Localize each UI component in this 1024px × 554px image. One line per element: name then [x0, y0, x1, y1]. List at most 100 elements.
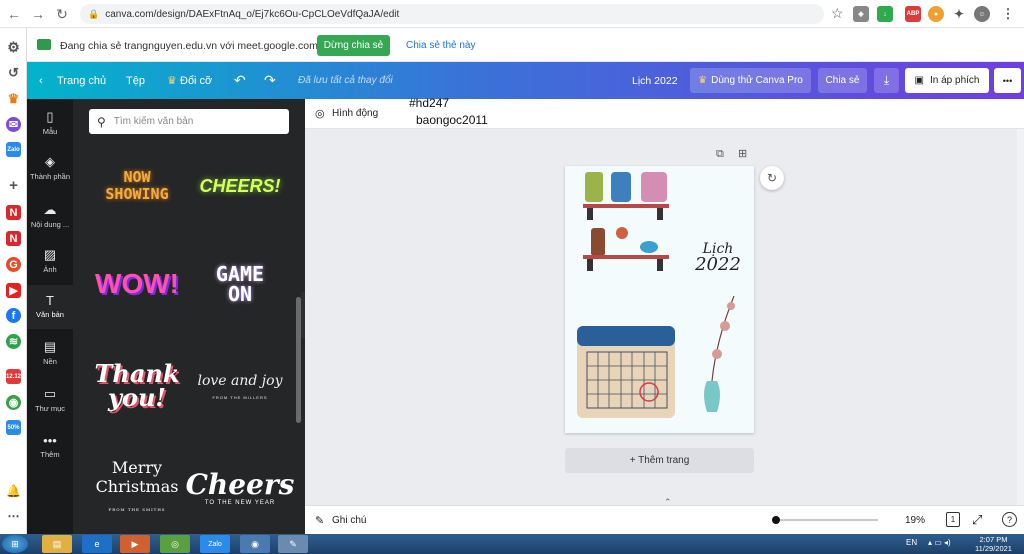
resize-button[interactable]: Đổi cỡ	[180, 62, 212, 99]
screen-share-bar: Đang chia sẻ trangnguyen.edu.vn với meet…	[27, 28, 1024, 62]
editor-topbar: ‹ Trang chủ Tệp ♛ Đổi cỡ ↶ ↷ Đã lưu tất …	[27, 62, 1024, 99]
zoom-slider-handle[interactable]	[772, 516, 781, 524]
bell-icon[interactable]: 🔔	[6, 483, 21, 498]
zoom-level[interactable]: 19%	[905, 515, 925, 526]
zalo-icon[interactable]: Zalo	[200, 535, 230, 553]
browser-sidebar: ⚙ ↺ ♛ ✉ Zalo + N N G ▶ f ≋ 12.12 ◉ 50% 🔔…	[0, 28, 27, 534]
chrome-icon[interactable]: ◉	[240, 535, 270, 553]
menu-icon[interactable]: ⋮	[1000, 6, 1016, 22]
try-pro-button[interactable]: ♛ Dùng thử Canva Pro	[690, 68, 811, 93]
ie-icon[interactable]: e	[82, 535, 112, 553]
paint-icon[interactable]: ✎	[278, 535, 308, 553]
add-page-icon[interactable]: ⊞	[738, 147, 747, 160]
chevron-left-icon[interactable]: ‹	[39, 62, 43, 99]
animate-button[interactable]: Hình động	[332, 108, 378, 119]
text-template-cheers-new-year[interactable]: Cheers TO THE NEW YEAR	[186, 452, 295, 524]
more-button[interactable]: •••	[994, 68, 1021, 93]
gear-icon[interactable]: ⚙	[6, 39, 21, 55]
background-icon: ▤	[43, 339, 57, 354]
redo-icon[interactable]: ↷	[264, 62, 276, 99]
notes-icon[interactable]: ✎	[315, 514, 324, 527]
fullscreen-icon[interactable]: ⤢	[972, 512, 982, 528]
text-template-love-and-joy[interactable]: love and joy FROM THE MILLERS	[192, 350, 288, 422]
page-count[interactable]: 1	[946, 512, 960, 527]
rail-item-background[interactable]: ▤ Nền	[27, 339, 73, 366]
undo-icon[interactable]: ↶	[234, 62, 246, 99]
star-icon[interactable]: ☆	[831, 5, 844, 22]
shop-icon[interactable]: 12.12	[6, 369, 21, 384]
text-template-now-showing[interactable]: NOW SHOWING	[89, 150, 185, 222]
messenger-icon[interactable]: ✉	[6, 117, 21, 132]
rail-item-text[interactable]: T Văn bản	[27, 285, 73, 329]
text-template-thank-you[interactable]: Thank you!	[89, 350, 185, 422]
text-template-wow[interactable]: WOW!	[89, 248, 185, 320]
add-page-button[interactable]: + Thêm trang	[565, 448, 754, 473]
upload-icon: ☁	[43, 202, 57, 217]
shelf	[583, 255, 669, 259]
explorer-icon[interactable]: ▤	[42, 535, 72, 553]
add-icon[interactable]: +	[6, 177, 21, 194]
location-icon[interactable]: ◉	[6, 395, 21, 410]
app-icon[interactable]: ◎	[160, 535, 190, 553]
shield-icon[interactable]: ◈	[853, 6, 869, 22]
facebook-icon[interactable]: f	[6, 308, 21, 323]
file-menu[interactable]: Tệp	[126, 62, 145, 99]
animate-icon[interactable]: ◎	[315, 107, 325, 120]
puzzle-icon[interactable]: ✦	[951, 6, 967, 22]
more-icon: •••	[43, 433, 57, 448]
sale-icon[interactable]: 50%	[6, 420, 21, 435]
forward-icon[interactable]: →	[28, 4, 48, 24]
app-icon[interactable]: G	[6, 257, 21, 272]
search-input[interactable]: ⚲ Tìm kiếm văn bản	[89, 109, 289, 134]
print-poster-button[interactable]: ▣ In áp phích	[905, 68, 989, 93]
template-icon: ▯	[46, 109, 54, 124]
youtube-icon[interactable]: ▶	[6, 283, 21, 298]
text-template-cheers[interactable]: CHEERS!	[192, 150, 288, 222]
share-button[interactable]: Chia sẻ	[818, 68, 867, 93]
reload-icon[interactable]: ↻	[52, 4, 72, 24]
rail-item-more[interactable]: ••• Thêm	[27, 433, 73, 459]
more-icon[interactable]: ⋯	[6, 508, 21, 523]
history-icon[interactable]: ↺	[6, 65, 21, 80]
crown-icon[interactable]: ♛	[6, 91, 21, 106]
language-indicator[interactable]: EN	[906, 538, 917, 547]
rail-item-photos[interactable]: ▨ Ảnh	[27, 247, 73, 274]
rail-item-templates[interactable]: ▯ Mẫu	[27, 109, 73, 136]
refresh-icon[interactable]: ↻	[760, 166, 784, 190]
download-icon[interactable]: ⤓	[874, 68, 899, 93]
adblock-icon[interactable]: ABP	[905, 6, 921, 22]
text-template-game-on[interactable]: GAME ON	[192, 248, 288, 320]
download-icon[interactable]: ↓	[877, 6, 893, 22]
text-template-merry-christmas[interactable]: Merry Christmas FROM THE SMITHS	[89, 452, 185, 524]
print-icon: ▣	[914, 75, 924, 86]
media-icon[interactable]: ▶	[120, 535, 150, 553]
notes-button[interactable]: Ghi chú	[332, 515, 366, 526]
design-page[interactable]: Lịch 2022	[565, 166, 754, 433]
zalo-icon[interactable]: Zalo	[6, 142, 21, 157]
duplicate-page-icon[interactable]: ⧉	[716, 148, 724, 161]
back-icon[interactable]: ←	[4, 4, 24, 24]
help-icon[interactable]: ?	[1002, 512, 1017, 527]
design-title[interactable]: Lịch 2022	[632, 62, 678, 99]
rail-item-uploads[interactable]: ☁ Nội dung ...	[27, 202, 73, 229]
tray-icons[interactable]: ▴ ▭ ◂)	[928, 538, 951, 547]
address-bar[interactable]: 🔒 canva.com/design/DAExFtnAq_o/Ej7kc6Ou-…	[80, 4, 824, 24]
home-button[interactable]: Trang chủ	[57, 62, 106, 99]
clock[interactable]: 2:07 PM 11/29/2021	[975, 535, 1012, 553]
save-status: Đã lưu tất cả thay đổi	[298, 75, 393, 86]
calendar-title[interactable]: Lịch 2022	[683, 242, 753, 274]
profile-icon[interactable]: ☺	[974, 6, 990, 22]
rail-item-elements[interactable]: ◈ Thành phần	[27, 154, 73, 181]
rail-item-folders[interactable]: ▭ Thư mục	[27, 386, 73, 413]
color-icon[interactable]: ●	[928, 6, 944, 22]
stop-sharing-button[interactable]: Dừng chia sẻ	[317, 35, 390, 56]
elements-icon: ◈	[45, 154, 55, 169]
search-icon: ⚲	[97, 114, 106, 129]
start-icon[interactable]: ⊞	[2, 535, 28, 553]
news-icon-2[interactable]: N	[6, 231, 21, 246]
news-icon[interactable]: N	[6, 205, 21, 220]
spotify-icon[interactable]: ≋	[6, 334, 21, 349]
zoom-slider[interactable]	[772, 519, 878, 521]
share-tab-link[interactable]: Chia sẻ thẻ này	[406, 40, 476, 51]
candy-icon	[640, 241, 658, 253]
